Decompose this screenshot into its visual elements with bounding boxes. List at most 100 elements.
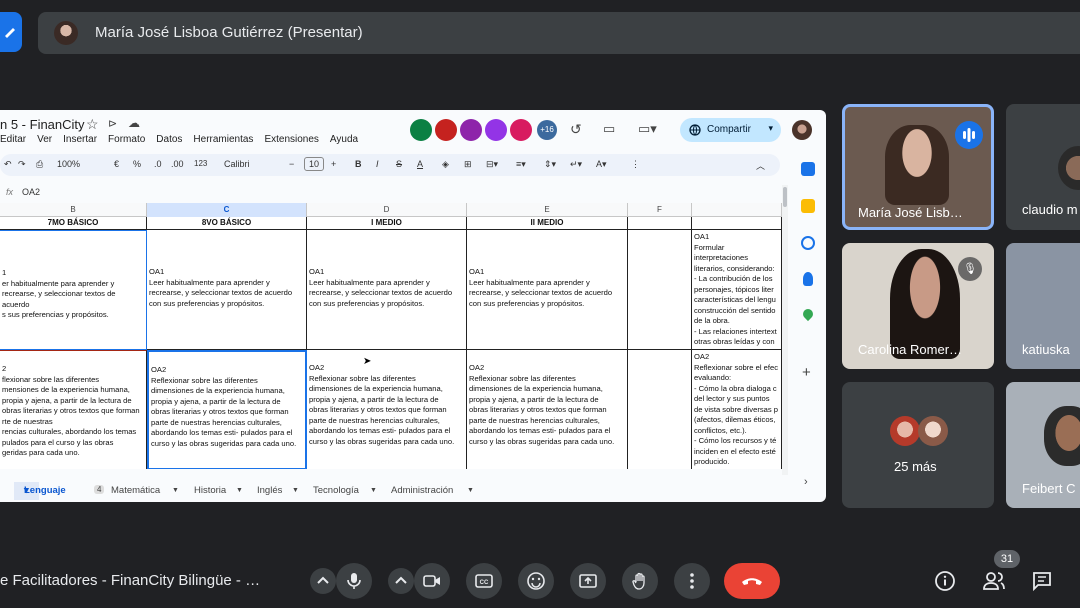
table-cell[interactable]: 1 er habitualmente para aprender y recre… xyxy=(0,230,147,350)
font-size-increase[interactable]: + xyxy=(331,159,336,169)
number-format[interactable]: 123 xyxy=(194,159,207,168)
header-cell[interactable] xyxy=(692,217,782,230)
sheet-tab[interactable]: Administración xyxy=(391,485,453,496)
table-cell-selected[interactable]: OA2 Reflexionar sobre las diferentes dim… xyxy=(147,350,307,469)
menu-item[interactable]: Extensiones xyxy=(264,134,318,145)
rotate-icon[interactable]: A▾ xyxy=(596,159,607,170)
comment-icon[interactable]: ▭ xyxy=(603,121,615,137)
microphone-button[interactable] xyxy=(336,563,372,599)
column-header[interactable]: C xyxy=(147,203,307,217)
column-header[interactable]: F xyxy=(628,203,692,217)
more-collaborators-badge[interactable]: +16 xyxy=(537,120,557,140)
expand-panel-icon[interactable]: › xyxy=(804,476,808,488)
column-header[interactable]: D xyxy=(307,203,467,217)
table-cell[interactable] xyxy=(628,230,692,350)
chevron-down-icon[interactable]: ▼ xyxy=(292,487,299,494)
table-cell[interactable]: OA2 Reflexionar sobre el efec evaluando:… xyxy=(692,350,782,469)
history-icon[interactable]: ↺ xyxy=(570,121,582,138)
more-icon[interactable]: ⋮ xyxy=(631,159,640,170)
sheet-tab[interactable]: Matemática xyxy=(111,485,160,496)
font-select[interactable]: Calibri xyxy=(224,159,250,169)
collaborator-avatar[interactable] xyxy=(435,119,457,141)
table-cell[interactable]: OA2 Reflexionar sobre las diferentes dim… xyxy=(307,350,467,469)
column-header[interactable]: B xyxy=(0,203,147,217)
wrap-icon[interactable]: ↵▾ xyxy=(570,159,582,170)
bold-button[interactable]: B xyxy=(355,159,362,169)
collaborator-avatar[interactable] xyxy=(410,119,432,141)
table-cell[interactable]: OA1 Leer habitualmente para aprender y r… xyxy=(147,230,307,350)
table-cell[interactable]: OA2 Reflexionar sobre las diferentes dim… xyxy=(467,350,628,469)
table-cell[interactable]: 2 flexionar sobre las diferentes mension… xyxy=(0,350,147,469)
header-cell[interactable]: 7MO BÁSICO xyxy=(0,217,147,230)
header-cell[interactable]: II MEDIO xyxy=(467,217,628,230)
menu-item[interactable]: Ver xyxy=(37,134,52,145)
meet-present-icon[interactable]: ▭▾ xyxy=(638,121,657,137)
table-cell[interactable]: OA1 Leer habitualmente para aprender y r… xyxy=(467,230,628,350)
present-screen-button[interactable] xyxy=(570,563,606,599)
keep-icon[interactable] xyxy=(801,199,815,213)
sheet-tab[interactable]: Historia xyxy=(194,485,226,496)
share-button[interactable]: Compartir ▾ xyxy=(680,118,781,142)
header-cell[interactable]: 8VO BÁSICO xyxy=(147,217,307,230)
valign-icon[interactable]: ⇕▾ xyxy=(544,159,556,170)
chevron-down-icon[interactable]: ▼ xyxy=(236,487,243,494)
move-folder-icon[interactable]: ⊳ xyxy=(108,117,117,130)
collaborator-avatar[interactable] xyxy=(485,119,507,141)
strikethrough-button[interactable]: S xyxy=(396,159,402,169)
header-cell[interactable]: I MEDIO xyxy=(307,217,467,230)
column-header[interactable]: E xyxy=(467,203,628,217)
increase-decimal[interactable]: .00 xyxy=(171,159,184,169)
column-header[interactable] xyxy=(692,203,782,217)
menu-item[interactable]: Editar xyxy=(0,134,26,145)
sheet-tab-active[interactable]: Lenguaje ▾ xyxy=(14,482,66,500)
percent-format[interactable]: % xyxy=(133,159,141,169)
font-size-decrease[interactable]: − xyxy=(289,159,294,169)
collaborator-avatar[interactable] xyxy=(460,119,482,141)
leave-call-button[interactable] xyxy=(724,563,780,599)
video-options-button[interactable] xyxy=(388,568,414,594)
camera-button[interactable] xyxy=(414,563,450,599)
calendar-icon[interactable] xyxy=(801,162,815,176)
participant-tile[interactable]: María José Lisb… xyxy=(842,104,994,230)
meeting-details-button[interactable] xyxy=(934,570,956,597)
print-icon[interactable]: ⎙ xyxy=(36,159,43,170)
sheet-tab[interactable]: Inglés xyxy=(257,485,282,496)
doc-title[interactable]: n 5 - FinanCity xyxy=(0,117,85,132)
participant-tile[interactable]: claudio m xyxy=(1006,104,1080,230)
align-icon[interactable]: ≡▾ xyxy=(516,159,526,170)
menu-item[interactable]: Datos xyxy=(156,134,182,145)
audio-options-button[interactable] xyxy=(310,568,336,594)
people-button[interactable] xyxy=(982,570,1006,597)
zoom-select[interactable]: 100% xyxy=(57,159,80,169)
italic-button[interactable]: I xyxy=(376,159,379,169)
text-color-button[interactable]: A xyxy=(417,159,423,169)
fill-color-icon[interactable]: ◈ xyxy=(442,159,449,170)
table-cell[interactable]: OA1 Formular interpretaciones literarios… xyxy=(692,230,782,350)
star-icon[interactable]: ☆ xyxy=(86,116,99,133)
font-size-input[interactable]: 10 xyxy=(304,157,325,171)
vertical-scrollbar[interactable] xyxy=(782,185,788,475)
participant-tile[interactable]: 🎙 Carolina Romer… xyxy=(842,243,994,369)
captions-button[interactable]: CC xyxy=(466,563,502,599)
sheet-tab[interactable]: Tecnología xyxy=(313,485,359,496)
chevron-down-icon[interactable]: ▼ xyxy=(370,487,377,494)
redo-icon[interactable]: ↷ xyxy=(18,159,26,170)
collapse-toolbar-icon[interactable]: ︿ xyxy=(756,159,765,172)
more-options-button[interactable] xyxy=(674,563,710,599)
borders-icon[interactable]: ⊞ xyxy=(464,159,472,170)
add-addon-icon[interactable]: + xyxy=(802,364,811,381)
reactions-button[interactable] xyxy=(518,563,554,599)
undo-icon[interactable]: ↶ xyxy=(4,159,12,170)
menu-item[interactable]: Herramientas xyxy=(193,134,253,145)
user-avatar[interactable] xyxy=(792,120,812,140)
table-cell[interactable] xyxy=(628,350,692,469)
chat-button[interactable] xyxy=(1031,570,1053,597)
tasks-icon[interactable] xyxy=(801,236,815,250)
menu-item[interactable]: Ayuda xyxy=(330,134,358,145)
chevron-down-icon[interactable]: ▼ xyxy=(172,487,179,494)
formula-input[interactable]: OA2 xyxy=(22,187,40,197)
table-cell[interactable]: OA1 Leer habitualmente para aprender y r… xyxy=(307,230,467,350)
collaborator-avatar[interactable] xyxy=(510,119,532,141)
chevron-down-icon[interactable]: ▼ xyxy=(467,487,474,494)
participant-tile[interactable]: Feibert C xyxy=(1006,382,1080,508)
